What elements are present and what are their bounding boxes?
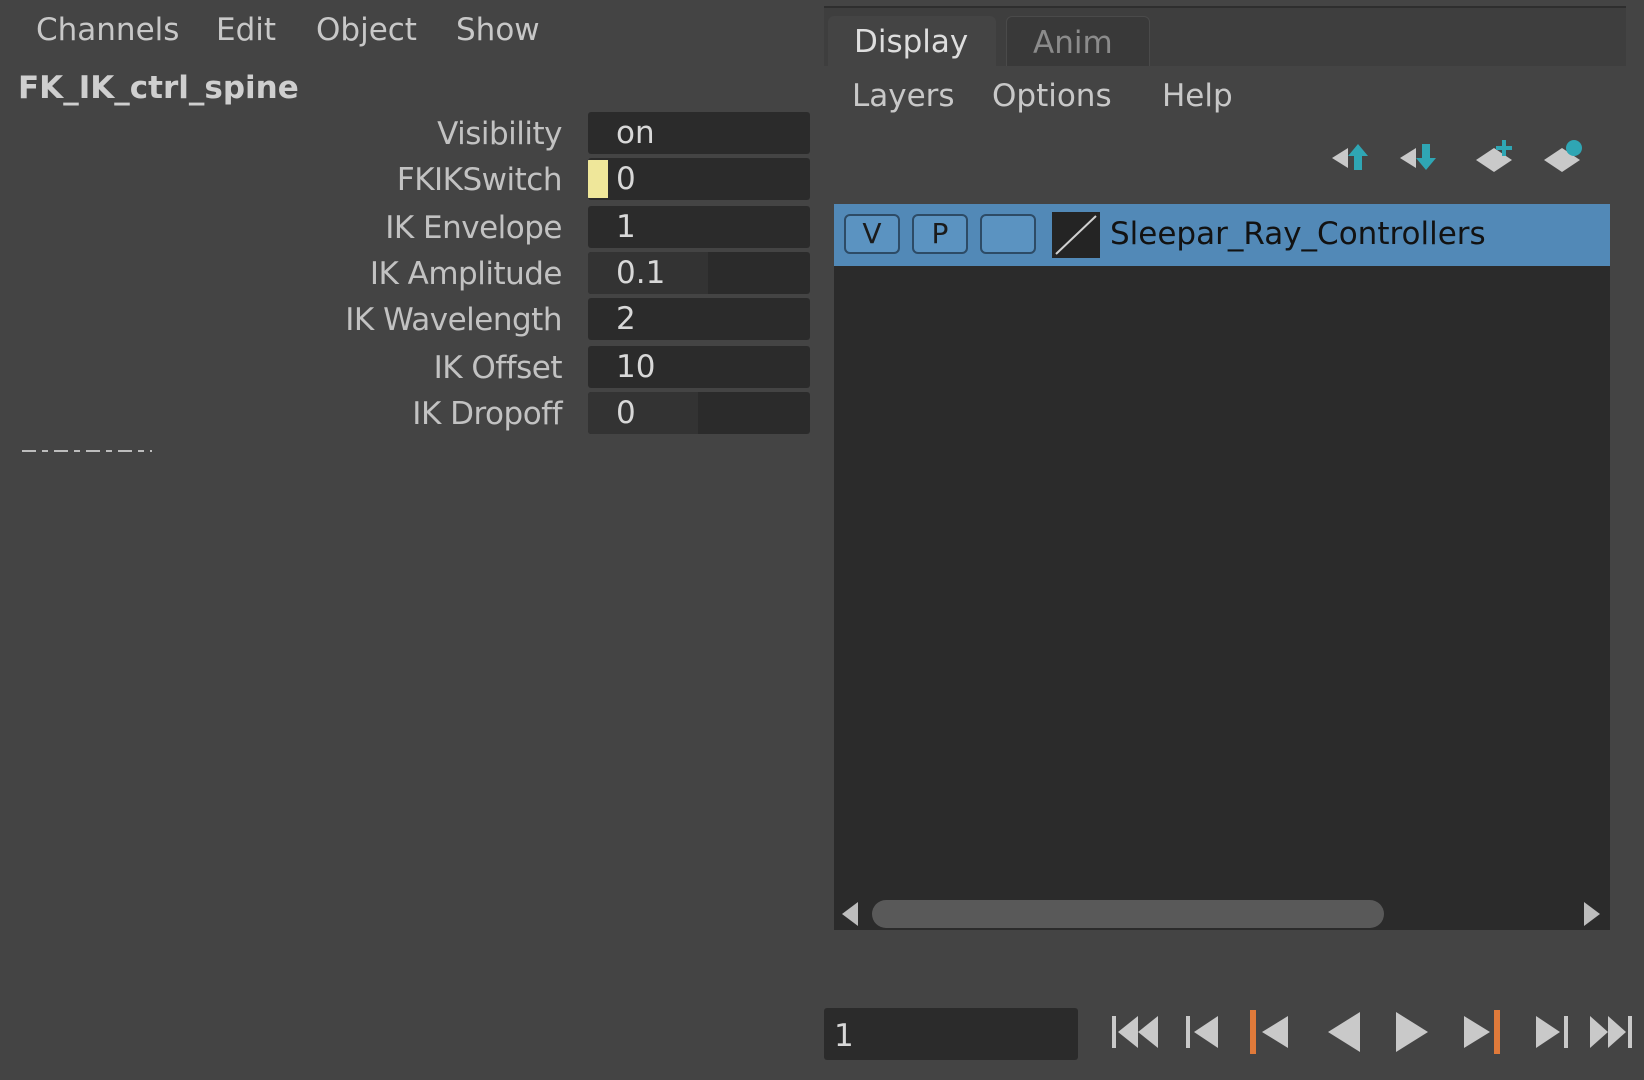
attribute-row-ik-offset[interactable]: IK Offset 10	[0, 346, 812, 390]
attribute-label: IK Envelope	[385, 210, 562, 246]
current-frame-field[interactable]: 1	[824, 1008, 1078, 1060]
slider-fill	[588, 392, 698, 434]
step-forward-frame-icon[interactable]	[1522, 1004, 1578, 1060]
go-to-start-icon[interactable]	[1106, 1004, 1162, 1060]
go-to-end-icon[interactable]	[1586, 1004, 1642, 1060]
attribute-value-field[interactable]: 1	[588, 206, 810, 248]
attribute-value-field[interactable]: 0.1	[588, 252, 810, 294]
menu-channels[interactable]: Channels	[36, 12, 179, 48]
tab-anim[interactable]: Anim	[1006, 16, 1150, 68]
layer-playback-toggle[interactable]: P	[912, 214, 968, 254]
create-layer-from-selected-icon[interactable]	[1540, 138, 1588, 178]
node-name[interactable]: FK_IK_ctrl_spine	[18, 70, 299, 106]
layer-display-type-toggle[interactable]	[980, 214, 1036, 254]
scroll-right-arrow-icon[interactable]	[1584, 902, 1600, 926]
attribute-value-field[interactable]: on	[588, 112, 810, 154]
attribute-row-ik-wavelength[interactable]: IK Wavelength 2	[0, 298, 812, 342]
attribute-label: IK Offset	[433, 350, 563, 386]
play-backwards-icon[interactable]	[1316, 1004, 1372, 1060]
attribute-value-field[interactable]: 2	[588, 298, 810, 340]
attribute-label: Visibility	[437, 116, 562, 152]
play-forwards-icon[interactable]	[1384, 1004, 1440, 1060]
step-forward-key-icon[interactable]	[1454, 1004, 1510, 1060]
menu-help[interactable]: Help	[1162, 78, 1233, 114]
move-layer-up-icon[interactable]	[1328, 138, 1376, 178]
channel-box-menu-bar: Channels Edit Object Show	[0, 0, 820, 62]
create-empty-layer-icon[interactable]	[1472, 138, 1520, 178]
attribute-row-ik-dropoff[interactable]: IK Dropoff 0	[0, 392, 812, 436]
layer-list[interactable]: V P Sleepar_Ray_Controllers	[834, 204, 1610, 930]
tab-display[interactable]: Display	[828, 16, 996, 66]
menu-edit[interactable]: Edit	[216, 12, 276, 48]
current-frame-value: 1	[834, 1018, 854, 1054]
attribute-label: IK Amplitude	[369, 256, 563, 292]
attribute-value: 0.1	[616, 255, 666, 291]
layer-name[interactable]: Sleepar_Ray_Controllers	[1110, 216, 1486, 252]
menu-options[interactable]: Options	[992, 78, 1112, 114]
move-layer-down-icon[interactable]	[1396, 138, 1444, 178]
attribute-value: 1	[616, 209, 636, 245]
attribute-label: FKIKSwitch	[396, 162, 563, 198]
section-divider	[22, 450, 152, 452]
attribute-row-ik-envelope[interactable]: IK Envelope 1	[0, 206, 812, 250]
attribute-value-field[interactable]: 0	[588, 392, 810, 434]
attribute-label: IK Dropoff	[412, 396, 562, 432]
attribute-value: on	[616, 115, 655, 151]
scroll-left-arrow-icon[interactable]	[842, 902, 858, 926]
attribute-value-field[interactable]: 0	[588, 158, 810, 200]
attribute-value: 10	[616, 349, 656, 385]
attribute-value: 2	[616, 301, 636, 337]
attribute-row-ik-amplitude[interactable]: IK Amplitude 0.1	[0, 252, 812, 296]
attribute-value: 0	[616, 161, 636, 197]
menu-layers[interactable]: Layers	[852, 78, 955, 114]
horizontal-scrollbar[interactable]	[834, 894, 1610, 930]
layer-visibility-toggle[interactable]: V	[844, 214, 900, 254]
attribute-row-fkikswitch[interactable]: FKIKSwitch 0	[0, 158, 812, 202]
layer-color-swatch[interactable]	[1052, 212, 1100, 258]
attribute-value: 0	[616, 395, 636, 431]
menu-show[interactable]: Show	[456, 12, 540, 48]
menu-object[interactable]: Object	[316, 12, 417, 48]
layer-row[interactable]: V P Sleepar_Ray_Controllers	[834, 204, 1610, 266]
attribute-label: IK Wavelength	[345, 302, 562, 338]
tab-display-label: Display	[854, 24, 969, 60]
attribute-value-field[interactable]: 10	[588, 346, 810, 388]
step-back-frame-icon[interactable]	[1176, 1004, 1232, 1060]
tab-anim-label: Anim	[1033, 25, 1113, 61]
scrollbar-thumb[interactable]	[872, 900, 1384, 928]
step-back-key-icon[interactable]	[1242, 1004, 1298, 1060]
layer-editor-panel: Display Anim Layers Options Help V P Sle…	[824, 6, 1626, 962]
keyed-indicator	[588, 160, 608, 198]
attribute-row-visibility[interactable]: Visibility on	[0, 112, 812, 156]
